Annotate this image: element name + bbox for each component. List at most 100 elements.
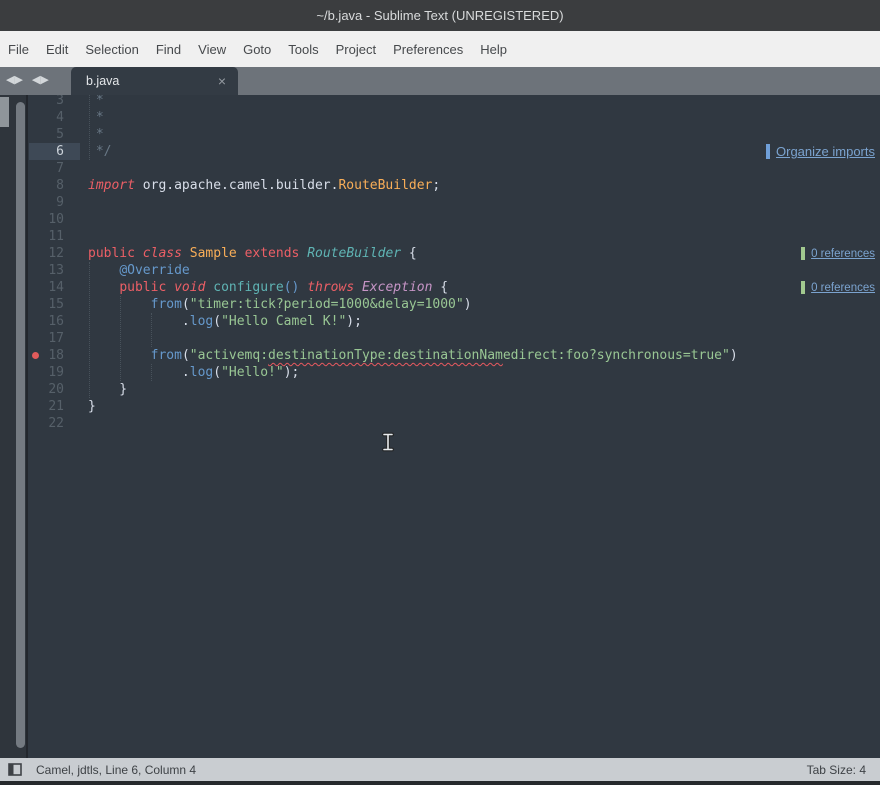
code-segment: ) xyxy=(730,348,738,363)
code-segment: () xyxy=(284,280,300,295)
code-line-17[interactable]: 17 xyxy=(28,330,880,347)
code-line-20[interactable]: 20 } xyxy=(28,381,880,398)
menu-item-tools[interactable]: Tools xyxy=(288,42,318,57)
code-text: .log("Hello Camel K!"); xyxy=(88,313,362,330)
line-number[interactable]: 6 xyxy=(28,143,64,160)
code-segment: */ xyxy=(88,144,111,159)
menu-item-find[interactable]: Find xyxy=(156,42,181,57)
line-number[interactable]: 9 xyxy=(28,194,64,211)
menu-item-preferences[interactable]: Preferences xyxy=(393,42,463,57)
line-number[interactable]: 19 xyxy=(28,364,64,381)
menu-item-goto[interactable]: Goto xyxy=(243,42,271,57)
line-number[interactable]: 4 xyxy=(28,109,64,126)
annotation-0-references[interactable]: 0 references xyxy=(801,245,875,262)
code-segment xyxy=(88,280,119,295)
annotation-link[interactable]: Organize imports xyxy=(776,144,875,159)
rail-top-block xyxy=(0,97,9,127)
code-segment: { xyxy=(401,246,417,261)
status-tab-size[interactable]: Tab Size: 4 xyxy=(807,763,866,777)
menu-item-view[interactable]: View xyxy=(198,42,226,57)
vertical-scrollbar[interactable] xyxy=(16,102,25,748)
code-text: } xyxy=(88,381,127,398)
code-line-19[interactable]: 19 .log("Hello!"); xyxy=(28,364,880,381)
line-number[interactable]: 14 xyxy=(28,279,64,296)
menu-item-project[interactable]: Project xyxy=(336,42,376,57)
status-context[interactable]: Camel, jdtls, Line 6, Column 4 xyxy=(36,763,807,777)
code-segment: RouteBuilder xyxy=(307,246,401,261)
code-line-18[interactable]: 18 from("activemq:destinationType:destin… xyxy=(28,347,880,364)
line-number[interactable]: 17 xyxy=(28,330,64,347)
code-segment: } xyxy=(88,382,127,397)
line-number[interactable]: 10 xyxy=(28,211,64,228)
code-segment: ( xyxy=(182,348,190,363)
annotation-organize-imports[interactable]: Organize imports xyxy=(766,143,875,160)
code-segment xyxy=(88,348,151,363)
code-line-6[interactable]: 6 */ xyxy=(28,143,880,160)
code-line-22[interactable]: 22 xyxy=(28,415,880,432)
menu-item-selection[interactable]: Selection xyxy=(85,42,138,57)
code-line-14[interactable]: 14 public void configure() throws Except… xyxy=(28,279,880,296)
tab-nav-left-icon[interactable]: ◀▶ xyxy=(6,74,23,86)
code-segment: ) xyxy=(464,297,472,312)
code-line-9[interactable]: 9 xyxy=(28,194,880,211)
code-segment: edirect:foo?synchronous=true" xyxy=(503,348,730,363)
line-number[interactable]: 5 xyxy=(28,126,64,143)
line-number[interactable]: 18 xyxy=(28,347,64,364)
code-segment: { xyxy=(432,280,448,295)
menu-item-file[interactable]: File xyxy=(8,42,29,57)
code-segment: destinationType:destinationNam xyxy=(268,348,503,363)
line-number[interactable]: 7 xyxy=(28,160,64,177)
line-number[interactable]: 21 xyxy=(28,398,64,415)
sidebar-toggle-icon[interactable] xyxy=(8,763,22,776)
code-line-5[interactable]: 5 * xyxy=(28,126,880,143)
code-segment: ; xyxy=(432,178,440,193)
annotation-link[interactable]: 0 references xyxy=(811,248,875,260)
code-segment: "Hello!" xyxy=(221,365,284,380)
code-line-4[interactable]: 4 * xyxy=(28,109,880,126)
code-segment: * xyxy=(88,95,104,108)
code-segment xyxy=(299,246,307,261)
code-text: * xyxy=(88,95,104,109)
code-segment: org.apache.camel.builder. xyxy=(135,178,339,193)
code-line-15[interactable]: 15 from("timer:tick?period=1000&delay=10… xyxy=(28,296,880,313)
code-line-16[interactable]: 16 .log("Hello Camel K!"); xyxy=(28,313,880,330)
code-line-8[interactable]: 8import org.apache.camel.builder.RouteBu… xyxy=(28,177,880,194)
line-number[interactable]: 13 xyxy=(28,262,64,279)
code-segment: ); xyxy=(346,314,362,329)
tab-nav-right-icon[interactable]: ◀▶ xyxy=(32,74,49,86)
line-number[interactable]: 11 xyxy=(28,228,64,245)
tab-bar: ◀▶ ◀▶ b.java × xyxy=(0,67,880,95)
code-line-13[interactable]: 13 @Override xyxy=(28,262,880,279)
code-line-3[interactable]: 3 * xyxy=(28,95,880,109)
code-text: } xyxy=(88,398,96,415)
code-line-11[interactable]: 11 xyxy=(28,228,880,245)
line-number[interactable]: 20 xyxy=(28,381,64,398)
line-number[interactable]: 12 xyxy=(28,245,64,262)
code-segment: from xyxy=(151,348,182,363)
code-line-21[interactable]: 21} xyxy=(28,398,880,415)
line-number[interactable]: 8 xyxy=(28,177,64,194)
annotation-link[interactable]: 0 references xyxy=(811,282,875,294)
code-segment: ( xyxy=(213,314,221,329)
code-line-12[interactable]: 12public class Sample extends RouteBuild… xyxy=(28,245,880,262)
sublime-window: ~/b.java - Sublime Text (UNREGISTERED) F… xyxy=(0,0,880,785)
code-line-10[interactable]: 10 xyxy=(28,211,880,228)
code-segment: @Override xyxy=(119,263,189,278)
code-text: from("timer:tick?period=1000&delay=1000"… xyxy=(88,296,472,313)
menu-item-help[interactable]: Help xyxy=(480,42,507,57)
tab-label: b.java xyxy=(86,74,218,88)
line-number[interactable]: 16 xyxy=(28,313,64,330)
tab-scroll-controls: ◀▶ ◀▶ xyxy=(6,73,58,86)
line-number[interactable]: 3 xyxy=(28,95,64,109)
title-bar[interactable]: ~/b.java - Sublime Text (UNREGISTERED) xyxy=(0,0,880,31)
code-editor[interactable]: 3 *4 *5 *6 */78import org.apache.camel.b… xyxy=(28,95,880,758)
line-number[interactable]: 22 xyxy=(28,415,64,432)
menu-item-edit[interactable]: Edit xyxy=(46,42,68,57)
line-number[interactable]: 15 xyxy=(28,296,64,313)
code-segment: * xyxy=(88,110,104,125)
code-text: from("activemq:destinationType:destinati… xyxy=(88,347,738,364)
code-line-7[interactable]: 7 xyxy=(28,160,880,177)
tab-bjava[interactable]: b.java × xyxy=(71,67,238,95)
tab-close-icon[interactable]: × xyxy=(218,74,226,88)
annotation-0-references[interactable]: 0 references xyxy=(801,279,875,296)
